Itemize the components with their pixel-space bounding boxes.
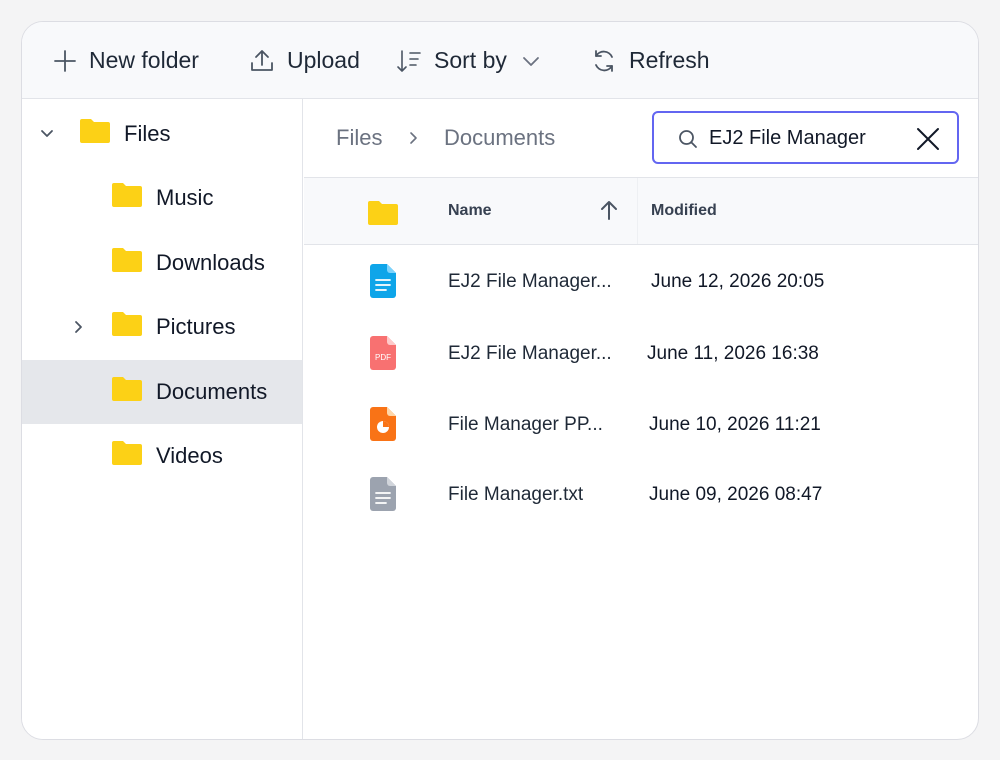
tree-item-music[interactable]: Music [22,166,302,230]
plus-icon [54,49,76,72]
breadcrumb-item-documents[interactable]: Documents [444,125,555,151]
refresh-icon [595,49,613,72]
file-modified: June 09, 2026 08:47 [649,484,823,505]
navigation-tree: Files Music Downloads Pictures Documents… [22,99,303,739]
tree-item-pictures[interactable]: Pictures [22,295,302,359]
doc-file-icon [370,264,396,303]
file-name: EJ2 File Manager... [448,343,612,364]
chevron-right-icon [408,131,420,150]
pdf-icon-text: PDF [375,353,391,362]
column-divider [637,178,638,244]
tree-item-videos[interactable]: Videos [22,424,302,488]
folder-icon [111,440,143,472]
txt-file-icon [370,477,396,516]
tree-item-label: Music [156,185,214,210]
file-modified: June 10, 2026 11:21 [649,414,821,435]
tree-item-label: Videos [156,443,223,468]
folder-icon [111,182,143,214]
file-name: EJ2 File Manager... [448,271,612,292]
pdf-file-icon: PDF [370,336,396,375]
ppt-file-icon [370,407,396,446]
refresh-button[interactable]: Refresh [591,22,710,99]
folder-icon [111,311,143,343]
tree-item-files[interactable]: Files [22,102,302,166]
file-modified: June 11, 2026 16:38 [647,343,819,364]
address-bar: Files Documents [304,99,978,178]
column-header-modified[interactable]: Modified [651,202,717,220]
search-box[interactable] [652,111,959,164]
new-folder-label: New folder [89,47,199,73]
chevron-down-icon [522,56,539,66]
chevron-down-icon[interactable] [37,124,57,144]
sort-by-label: Sort by [434,47,507,73]
close-icon[interactable] [916,127,940,156]
tree-item-label: Downloads [156,250,265,275]
file-name: File Manager PP... [448,414,603,435]
sort-by-button[interactable]: Sort by [396,22,541,99]
search-icon [678,129,698,154]
upload-icon [251,49,273,71]
tree-item-label: Pictures [156,314,236,339]
folder-icon [79,118,111,150]
tree-item-label: Documents [156,379,268,404]
upload-label: Upload [287,47,360,73]
content-pane: Files Documents Name [304,99,978,739]
table-row[interactable]: File Manager.txt June 09, 2026 08:47 [304,460,978,530]
column-header-name[interactable]: Name [448,202,492,220]
breadcrumb-item-files[interactable]: Files [336,125,382,151]
upload-button[interactable]: Upload [249,22,360,99]
arrow-up-icon[interactable] [598,199,620,226]
tree-item-downloads[interactable]: Downloads [22,231,302,295]
new-folder-button[interactable]: New folder [53,22,199,99]
search-input[interactable] [709,123,909,153]
table-row[interactable]: File Manager PP... June 10, 2026 11:21 [304,390,978,460]
tree-item-label: Files [124,121,171,146]
table-row[interactable]: PDF EJ2 File Manager... June 11, 2026 16… [304,319,978,389]
folder-icon [367,200,399,231]
table-row[interactable]: EJ2 File Manager... June 12, 2026 20:05 [304,247,978,317]
sort-icon [397,49,421,72]
folder-icon [111,376,143,408]
refresh-label: Refresh [629,47,710,73]
grid-header: Name Modified [304,178,978,245]
file-modified: June 12, 2026 20:05 [651,271,825,292]
toolbar: New folder Upload Sort by Refresh [22,22,978,99]
file-manager-window: New folder Upload Sort by Refresh Files … [21,21,979,740]
file-name: File Manager.txt [448,484,584,505]
tree-item-documents[interactable]: Documents [22,360,302,424]
folder-icon [111,247,143,279]
chevron-right-icon[interactable] [69,317,89,337]
